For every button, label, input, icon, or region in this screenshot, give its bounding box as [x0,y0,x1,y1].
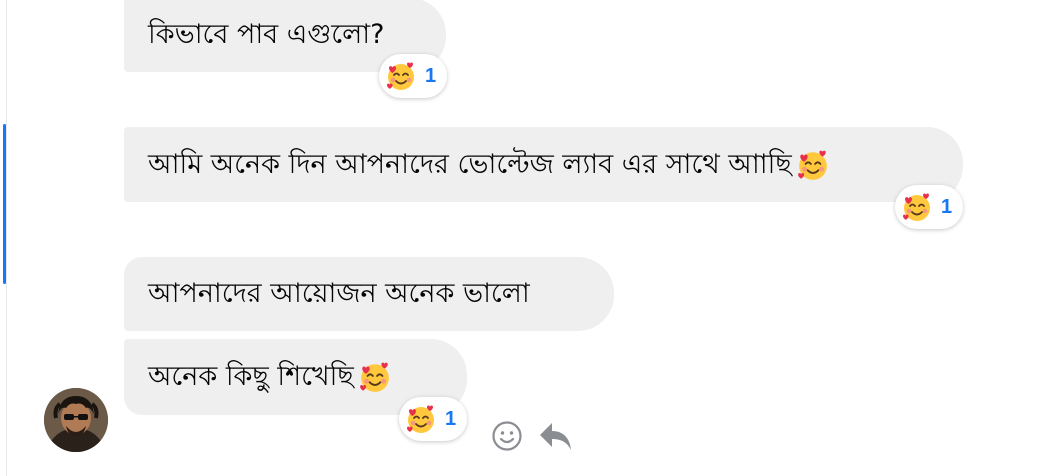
reaction-count: 1 [445,407,457,430]
smiley-icon [492,421,522,451]
reply-button[interactable] [537,418,573,454]
message-text: অনেক কিছু শিখেছি [148,361,354,392]
avatar-photo [44,388,108,452]
message-reaction[interactable]: 1 [379,54,447,98]
reaction-count: 1 [941,195,953,218]
message-text: আমি অনেক দিন আপনাদের ভোল্টেজ ল্যাব এর সা… [148,148,792,180]
reply-icon [540,423,571,450]
smiling-face-with-hearts-icon [407,405,434,433]
message-bubble[interactable]: আমি অনেক দিন আপনাদের ভোল্টেজ ল্যাব এর সা… [124,127,963,202]
smiling-face-with-hearts-icon [359,362,389,392]
message-text: আপনাদের আয়োজন অনেক ভালো [148,278,530,309]
message-reaction[interactable]: 1 [895,185,963,229]
active-thread-indicator [3,124,6,284]
message-text: কিভাবে পাব এগুলো? [148,19,385,50]
conversation-left-border [6,0,7,476]
smiling-face-with-hearts-icon [797,150,827,180]
message-reaction[interactable]: 1 [399,397,467,441]
react-button[interactable] [489,418,525,454]
message-bubble[interactable]: আপনাদের আয়োজন অনেক ভালো [124,257,614,331]
smiling-face-with-hearts-icon [387,62,414,90]
reaction-count: 1 [425,64,437,87]
avatar[interactable] [44,388,108,452]
smiling-face-with-hearts-icon [903,193,930,221]
